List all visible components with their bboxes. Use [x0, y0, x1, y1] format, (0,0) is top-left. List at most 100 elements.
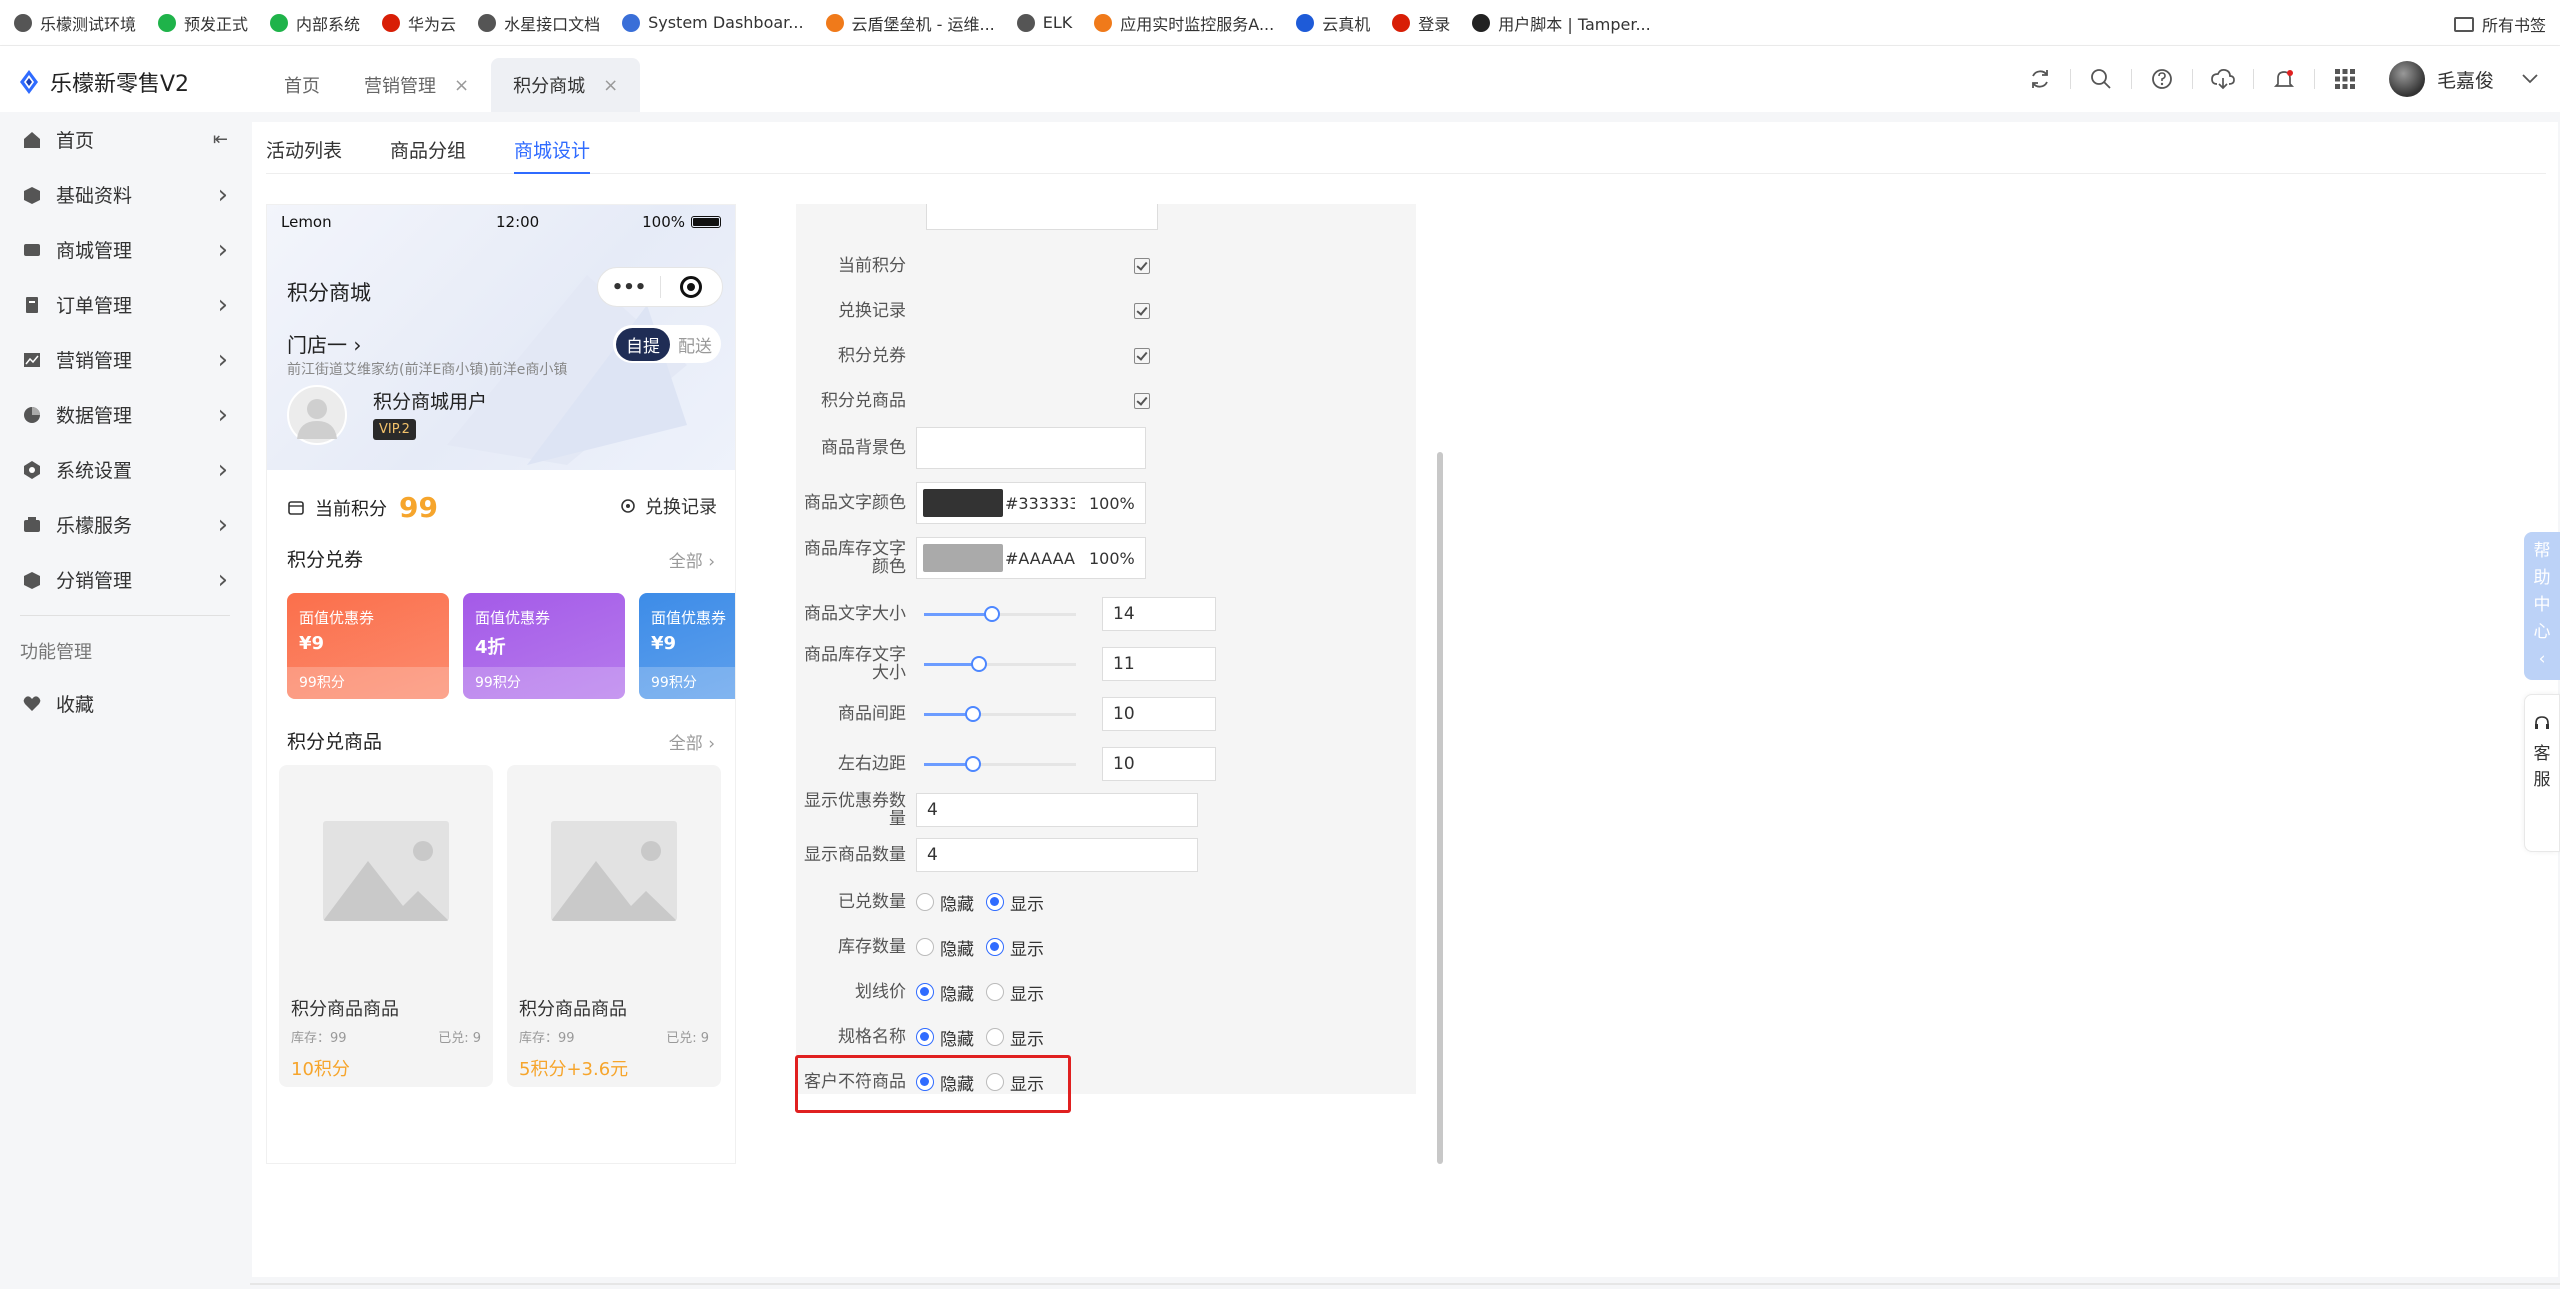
bookmark-item[interactable]: 内部系统 — [270, 11, 360, 35]
bookmark-item[interactable]: System Dashboar... — [622, 13, 804, 32]
search-icon[interactable] — [2088, 66, 2114, 92]
cloud-download-icon[interactable] — [2210, 66, 2236, 92]
field-label: 划线价 — [855, 982, 906, 1002]
slider[interactable] — [916, 744, 1076, 784]
sidebar-item-3[interactable]: 订单管理 › — [0, 277, 250, 332]
radio-button[interactable] — [916, 893, 934, 911]
radio-option-hide[interactable]: 隐藏 — [916, 890, 974, 915]
bookmark-item[interactable]: ELK — [1016, 13, 1072, 32]
tab-0[interactable]: 首页 — [262, 58, 342, 112]
close-icon[interactable]: × — [603, 75, 618, 96]
sidebar-item-4[interactable]: 营销管理 › — [0, 332, 250, 387]
tab-1[interactable]: 营销管理 × — [342, 58, 491, 112]
refresh-icon[interactable] — [2027, 66, 2053, 92]
radio-button[interactable] — [916, 938, 934, 956]
subtab-0[interactable]: 活动列表 — [266, 138, 342, 174]
chevron-right-icon: › — [217, 234, 228, 265]
help-center-tab[interactable]: 帮助中心 ‹ — [2524, 532, 2560, 680]
subtab-2[interactable]: 商城设计 — [514, 138, 591, 174]
radio-option-show[interactable]: 显示 — [986, 980, 1044, 1005]
field-label: 积分兑商品 — [821, 391, 906, 411]
slider[interactable] — [916, 644, 1076, 684]
close-icon[interactable]: × — [454, 75, 469, 96]
bg-color-picker[interactable] — [916, 427, 1146, 469]
slider-handle[interactable] — [984, 606, 1000, 622]
chevron-down-icon[interactable] — [2522, 74, 2538, 84]
app-logo[interactable]: 乐檬新零售V2 — [18, 66, 189, 98]
divider — [2252, 69, 2254, 89]
field-label: 显示商品数量 — [804, 845, 906, 865]
sidebar-item-7[interactable]: 乐檬服务 › — [0, 497, 250, 552]
carrier: Lemon — [281, 213, 332, 231]
checkbox-checked[interactable] — [1134, 348, 1150, 364]
checkbox-checked[interactable] — [1134, 303, 1150, 319]
bookmark-item[interactable]: 水星接口文档 — [478, 11, 600, 35]
radio-button[interactable] — [916, 1028, 934, 1046]
bookmark-item[interactable]: 登录 — [1392, 11, 1450, 35]
number-input[interactable]: 10 — [1102, 747, 1216, 781]
apps-grid-icon[interactable] — [2332, 66, 2358, 92]
coupon-title: 面值优惠券 — [651, 609, 727, 627]
all-label: 全部 — [668, 552, 703, 572]
slider-handle[interactable] — [965, 706, 981, 722]
radio-option-show[interactable]: 显示 — [986, 1025, 1044, 1050]
bookmark-item[interactable]: 云盾堡垒机 - 运维... — [825, 11, 995, 35]
panel-scrollbar[interactable] — [1437, 452, 1443, 1164]
checkbox-checked[interactable] — [1134, 393, 1150, 409]
slider[interactable] — [916, 594, 1076, 634]
sidebar-item-0[interactable]: 首页 ⇤ — [0, 112, 250, 167]
store-label: 门店一 — [287, 333, 347, 357]
sidebar-item-favorites[interactable]: 收藏 — [0, 676, 250, 731]
radio-option-hide[interactable]: 隐藏 — [916, 1025, 974, 1050]
sidebar-item-1[interactable]: 基础资料 › — [0, 167, 250, 222]
color-swatch[interactable] — [923, 544, 1003, 572]
radio-option-hide[interactable]: 隐藏 — [916, 980, 974, 1005]
product-price: 5积分+3.6元 — [519, 1059, 629, 1080]
radio-option-hide[interactable]: 隐藏 — [916, 935, 974, 960]
color-picker[interactable]: #AAAAAA 100% — [916, 537, 1146, 579]
checkbox-row: 兑换记录 — [796, 291, 1416, 331]
text-input[interactable]: 4 — [916, 838, 1198, 872]
radio-button[interactable] — [986, 983, 1004, 1001]
sidebar-item-2[interactable]: 商城管理 › — [0, 222, 250, 277]
color-swatch[interactable] — [923, 489, 1003, 517]
coupon-value: 4折 — [475, 637, 506, 658]
sidebar-item-6[interactable]: 系统设置 › — [0, 442, 250, 497]
user-name[interactable]: 毛嘉俊 — [2437, 66, 2494, 93]
slider[interactable] — [916, 694, 1076, 734]
sidebar-item-5[interactable]: 数据管理 › — [0, 387, 250, 442]
slider-handle[interactable] — [971, 656, 987, 672]
bookmark-item[interactable]: 云真机 — [1296, 11, 1370, 35]
slider-handle[interactable] — [965, 756, 981, 772]
notification-bell-icon[interactable] — [2271, 66, 2297, 92]
radio-button[interactable] — [986, 1028, 1004, 1046]
bookmark-item[interactable]: 预发正式 — [158, 11, 248, 35]
all-bookmarks[interactable]: 所有书签 — [2453, 12, 2546, 36]
help-icon[interactable] — [2149, 66, 2175, 92]
collapse-sidebar-icon[interactable]: ⇤ — [213, 129, 228, 150]
checkbox-checked[interactable] — [1134, 258, 1150, 274]
points-row: 当前积分 99 兑换记录 — [267, 473, 735, 533]
bookmark-item[interactable]: 用户脚本 | Tamper... — [1472, 11, 1651, 35]
customer-service-tab[interactable]: 客服 — [2524, 694, 2560, 852]
number-input[interactable]: 11 — [1102, 647, 1216, 681]
radio-button[interactable] — [986, 893, 1004, 911]
sidebar-item-label: 基础资料 — [56, 185, 133, 207]
sidebar-item-label: 乐檬服务 — [56, 515, 133, 537]
text-input[interactable]: 4 — [916, 793, 1198, 827]
bookmark-item[interactable]: 华为云 — [382, 11, 456, 35]
sidebar-item-8[interactable]: 分销管理 › — [0, 552, 250, 607]
bookmark-item[interactable]: 应用实时监控服务A... — [1094, 11, 1274, 35]
number-input[interactable]: 10 — [1102, 697, 1216, 731]
color-picker[interactable]: #333333 100% — [916, 482, 1146, 524]
subtab-1[interactable]: 商品分组 — [390, 138, 466, 174]
radio-button[interactable] — [916, 983, 934, 1001]
number-input[interactable]: 14 — [1102, 597, 1216, 631]
shop-icon — [22, 240, 42, 260]
bookmark-item[interactable]: 乐檬测试环境 — [14, 11, 136, 35]
tab-2[interactable]: 积分商城 × — [491, 58, 641, 112]
radio-button[interactable] — [986, 938, 1004, 956]
radio-option-show[interactable]: 显示 — [986, 935, 1044, 960]
radio-option-show[interactable]: 显示 — [986, 890, 1044, 915]
user-avatar[interactable] — [2388, 61, 2425, 97]
